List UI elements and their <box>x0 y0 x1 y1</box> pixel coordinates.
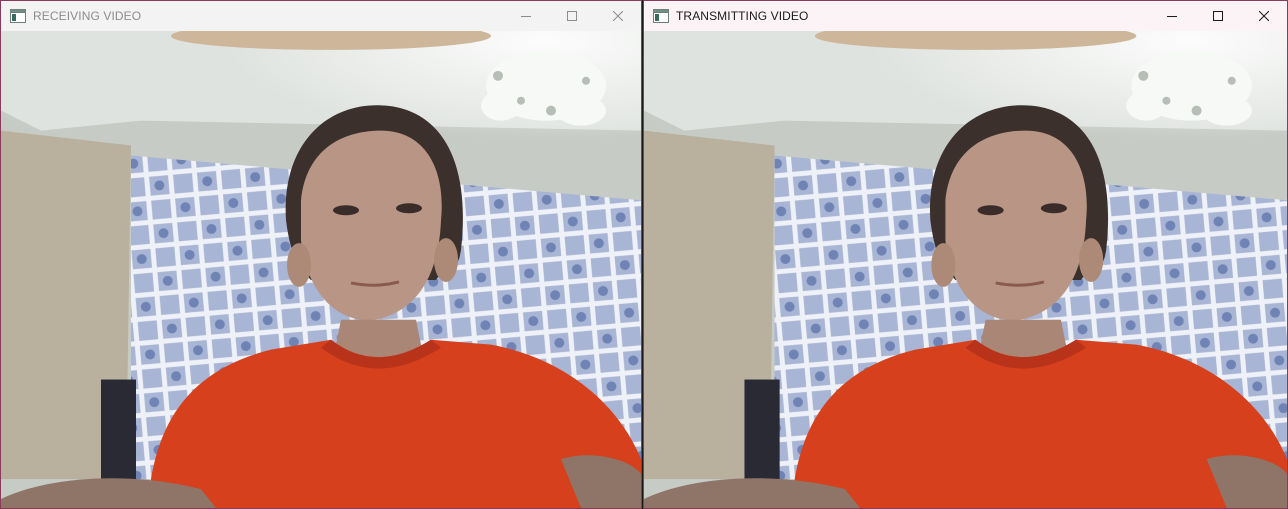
close-button[interactable] <box>1241 1 1287 31</box>
app-window-icon <box>653 9 669 23</box>
window-title: TRANSMITTING VIDEO <box>676 9 809 23</box>
video-frame <box>644 31 1287 508</box>
close-icon <box>1259 11 1269 21</box>
webcam-image <box>644 31 1287 508</box>
minimize-icon <box>1167 16 1177 17</box>
transmitting-video-window: TRANSMITTING VIDEO <box>643 0 1288 509</box>
window-title: RECEIVING VIDEO <box>33 9 142 23</box>
minimize-icon <box>521 16 531 17</box>
close-icon <box>613 11 623 21</box>
maximize-button[interactable] <box>549 1 595 31</box>
maximize-button[interactable] <box>1195 1 1241 31</box>
video-frame <box>1 31 641 508</box>
close-button[interactable] <box>595 1 641 31</box>
title-bar[interactable]: RECEIVING VIDEO <box>1 1 641 31</box>
window-controls <box>1149 1 1287 31</box>
webcam-image <box>1 31 641 508</box>
title-bar[interactable]: TRANSMITTING VIDEO <box>644 1 1287 31</box>
minimize-button[interactable] <box>503 1 549 31</box>
receiving-video-window: RECEIVING VIDEO <box>0 0 642 509</box>
maximize-icon <box>1213 11 1223 21</box>
app-window-icon <box>10 9 26 23</box>
maximize-icon <box>567 11 577 21</box>
minimize-button[interactable] <box>1149 1 1195 31</box>
window-controls <box>503 1 641 31</box>
